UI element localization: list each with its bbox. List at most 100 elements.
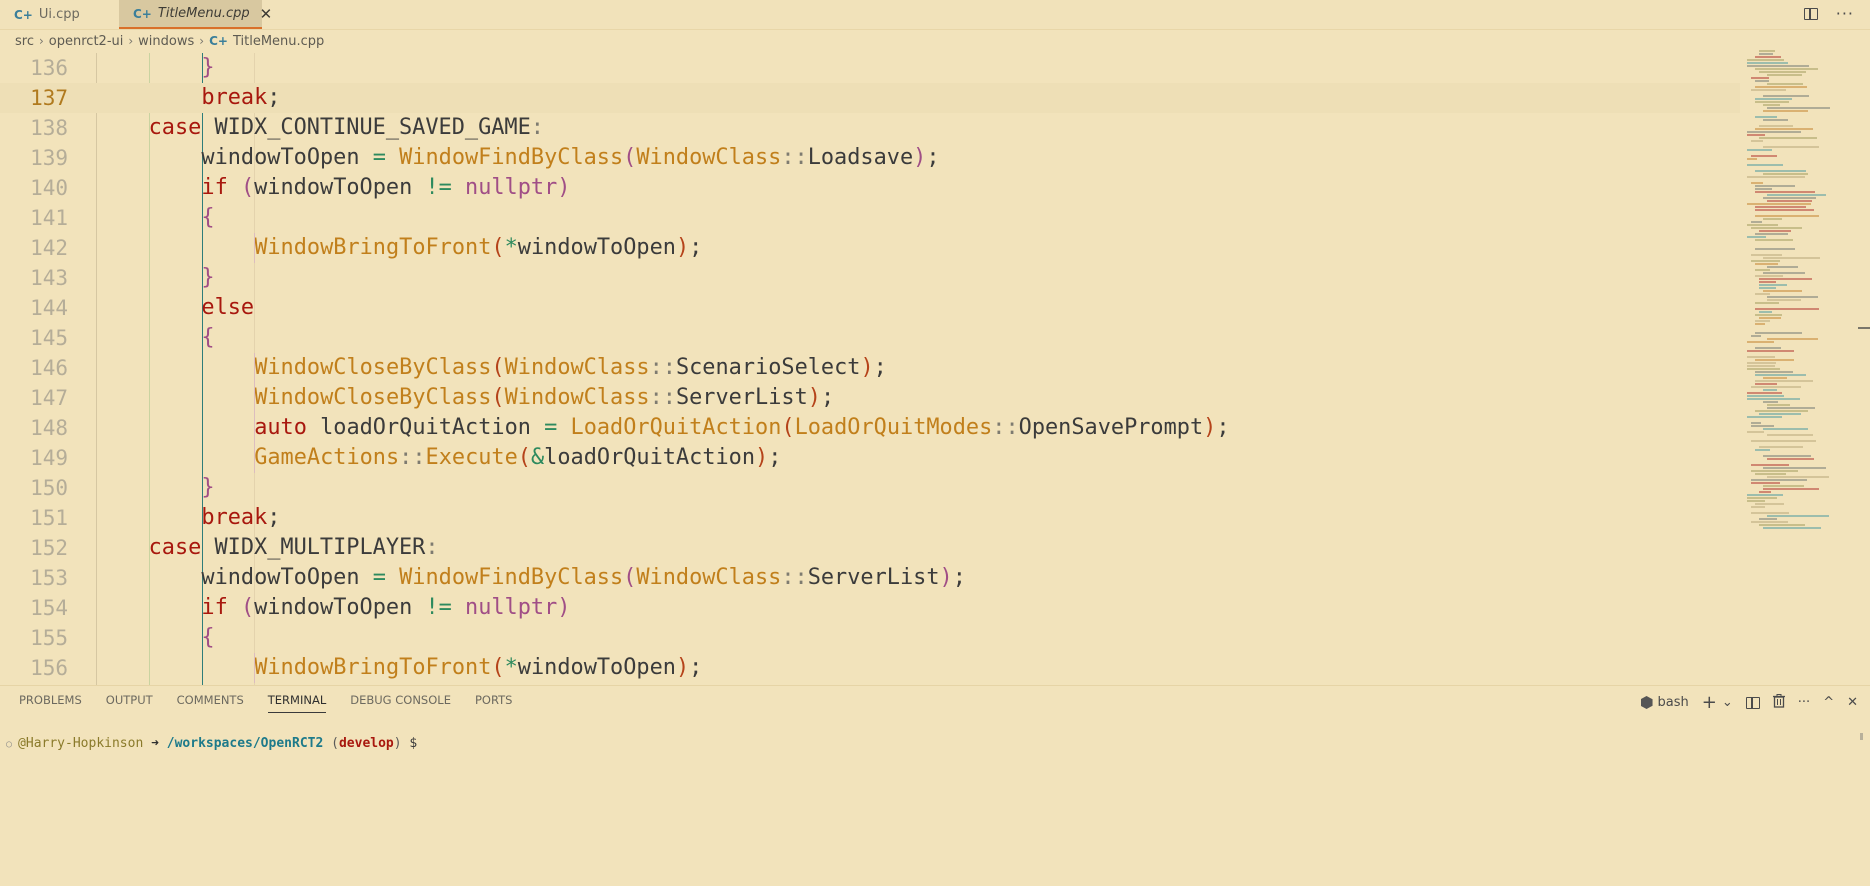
minimap-line: [1747, 362, 1777, 364]
minimap[interactable]: [1745, 50, 1855, 680]
panel-tab-debug-console[interactable]: DEBUG CONSOLE: [350, 693, 451, 713]
tab-ui-cpp[interactable]: C+ Ui.cpp: [14, 0, 80, 29]
minimap-line: [1755, 293, 1770, 295]
token: ;: [926, 145, 940, 170]
minimap-line: [1767, 434, 1813, 436]
code-line[interactable]: 149 GameActions::Execute(&loadOrQuitActio…: [0, 443, 1740, 473]
token: *: [504, 655, 518, 680]
breadcrumb-openrct2-ui[interactable]: openrct2-ui: [49, 34, 124, 49]
minimap-line: [1763, 119, 1788, 121]
code-line[interactable]: 151 break;: [0, 503, 1740, 533]
more-actions-icon[interactable]: ···: [1836, 4, 1854, 23]
token: ): [557, 175, 571, 200]
token: ): [860, 355, 874, 380]
minimap-line: [1759, 53, 1774, 55]
token: case: [148, 115, 202, 140]
panel-tab-comments[interactable]: COMMENTS: [177, 693, 244, 713]
minimap-line: [1755, 101, 1790, 103]
token: !=: [425, 175, 452, 200]
code-line[interactable]: 137 break;: [0, 83, 1740, 113]
code-line[interactable]: 140 if (windowToOpen != nullptr): [0, 173, 1740, 203]
code-line[interactable]: 150}: [0, 473, 1740, 503]
minimap-line: [1755, 116, 1777, 118]
token: (: [491, 355, 505, 380]
chevron-right-icon: ›: [38, 34, 44, 48]
terminal-shell-selector[interactable]: bash: [1640, 695, 1689, 710]
minimap-line: [1751, 155, 1778, 157]
token: WindowClass: [636, 565, 782, 590]
code-line[interactable]: 145 {: [0, 323, 1740, 353]
breadcrumb-file[interactable]: TitleMenu.cpp: [233, 34, 324, 49]
minimap-line: [1747, 395, 1785, 397]
token: case: [148, 535, 202, 560]
line-number: 156: [30, 656, 68, 680]
panel-tab-terminal[interactable]: TERMINAL: [267, 693, 327, 713]
editor-actions: ···: [1803, 4, 1854, 23]
paren: ): [393, 736, 402, 751]
code-line[interactable]: 141 {: [0, 203, 1740, 233]
code-text: windowToOpen = WindowFindByClass(WindowC…: [201, 563, 965, 593]
code-line[interactable]: 152 case WIDX_MULTIPLAYER:: [0, 533, 1740, 563]
close-tab-icon[interactable]: ✕: [260, 5, 273, 23]
terminal-output[interactable]: ○ @Harry-Hopkinson ➜ /workspaces/OpenRCT…: [6, 734, 417, 755]
code-line[interactable]: 154 if (windowToOpen != nullptr): [0, 593, 1740, 623]
minimap-line: [1763, 218, 1783, 220]
code-line[interactable]: 148 auto loadOrQuitAction = LoadOrQuitAct…: [0, 413, 1740, 443]
panel-tab-ports[interactable]: PORTS: [475, 693, 512, 713]
token: WindowBringToFront: [254, 235, 492, 260]
code-line[interactable]: 144 else: [0, 293, 1740, 323]
minimap-line: [1767, 404, 1790, 406]
code-line[interactable]: 153 windowToOpen = WindowFindByClass(Wind…: [0, 563, 1740, 593]
close-panel-icon[interactable]: ✕: [1847, 695, 1858, 710]
scrollbar-position-marker[interactable]: [1858, 327, 1870, 329]
minimap-line: [1763, 257, 1820, 259]
cpp-file-icon: C+: [209, 34, 228, 48]
code-line[interactable]: 155 {: [0, 623, 1740, 653]
chevron-down-icon[interactable]: ⌄: [1722, 695, 1733, 710]
code-line[interactable]: 142 WindowBringToFront(*windowToOpen);: [0, 233, 1740, 263]
token: (: [517, 445, 531, 470]
breadcrumb-windows[interactable]: windows: [138, 34, 194, 49]
code-line[interactable]: 147 WindowCloseByClass(WindowClass::Serve…: [0, 383, 1740, 413]
split-terminal-icon[interactable]: [1745, 696, 1760, 709]
line-number: 153: [30, 566, 68, 590]
code-line[interactable]: 156 WindowBringToFront(*windowToOpen);: [0, 653, 1740, 683]
minimap-line: [1755, 323, 1766, 325]
minimap-line: [1767, 296, 1819, 298]
code-text: {: [201, 623, 214, 653]
breadcrumb-src[interactable]: src: [15, 34, 34, 49]
token: {: [201, 325, 215, 350]
terminal-scrollbar[interactable]: [1860, 733, 1863, 740]
code-line[interactable]: 138 case WIDX_CONTINUE_SAVED_GAME:: [0, 113, 1740, 143]
code-line[interactable]: 146 WindowCloseByClass(WindowClass::Scena…: [0, 353, 1740, 383]
minimap-line: [1755, 383, 1778, 385]
code-line[interactable]: 143}: [0, 263, 1740, 293]
token: break: [201, 85, 268, 110]
code-text: else: [201, 293, 254, 323]
split-editor-icon[interactable]: [1803, 7, 1818, 20]
minimap-line: [1755, 473, 1787, 475]
minimap-line: [1751, 470, 1799, 472]
code-line[interactable]: 136}: [0, 53, 1740, 83]
trash-icon[interactable]: [1772, 693, 1785, 712]
tab-titlemenu-cpp[interactable]: C+ TitleMenu.cpp ✕: [119, 0, 272, 29]
more-actions-icon[interactable]: ···: [1798, 695, 1810, 710]
paren: (: [331, 736, 339, 751]
token: if: [201, 175, 228, 200]
line-number: 152: [30, 536, 68, 560]
code-line[interactable]: 139 windowToOpen = WindowFindByClass(Wind…: [0, 143, 1740, 173]
panel-tab-output[interactable]: OUTPUT: [106, 693, 153, 713]
minimap-line: [1751, 512, 1790, 514]
panel-divider[interactable]: [0, 685, 1870, 686]
minimap-line: [1747, 176, 1806, 178]
panel-tab-problems[interactable]: PROBLEMS: [19, 693, 82, 713]
code-editor[interactable]: 136} 137 break; 138 case WIDX_CONTINUE_SAVED…: [0, 53, 1740, 685]
line-number: 148: [30, 416, 68, 440]
indent-guide: [254, 353, 256, 383]
minimap-line: [1755, 68, 1818, 70]
maximize-panel-icon[interactable]: ^: [1823, 695, 1834, 710]
minimap-line: [1767, 476, 1830, 478]
new-terminal-button[interactable]: +: [1702, 692, 1717, 713]
